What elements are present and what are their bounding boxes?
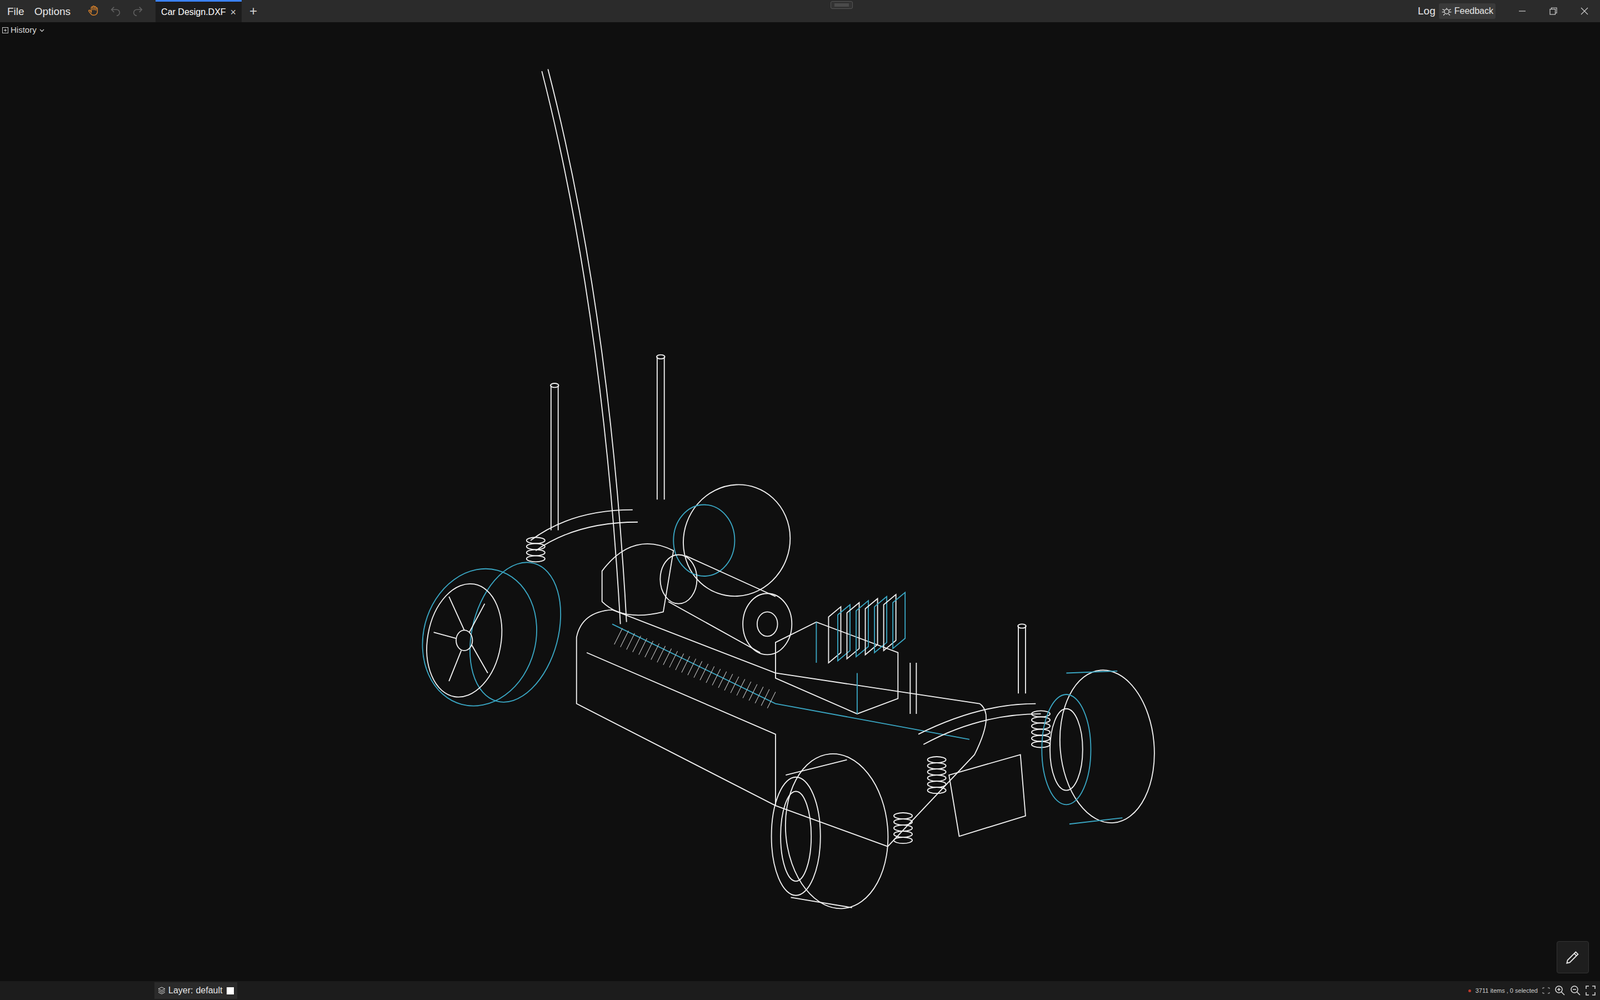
minimize-icon [1518,7,1527,15]
panel-icon [2,27,9,34]
undo-button[interactable] [104,0,127,23]
log-button[interactable]: Log [1417,3,1436,20]
layer-color-swatch[interactable] [226,987,234,995]
fit-icon[interactable] [1542,987,1550,994]
undo-icon [109,5,122,18]
redo-button[interactable] [126,0,149,23]
fullscreen-icon[interactable] [1585,985,1596,996]
feedback-button[interactable]: Feedback [1438,3,1496,19]
zoom-out-icon[interactable] [1570,985,1582,997]
car-drawing[interactable] [0,22,1600,982]
layers-icon [157,986,166,995]
document-tab[interactable]: Car Design.DXF× [155,0,242,23]
pencil-icon [1563,948,1582,967]
restore-icon [1549,7,1558,15]
history-toggle[interactable]: History [1,23,47,38]
close-icon [1580,7,1589,15]
bug-icon [1441,5,1453,17]
drag-handle[interactable] [830,1,853,9]
tab-close-button[interactable]: × [230,7,237,18]
status-bar: Layer:default3711 items , 0 selected [0,981,1600,1000]
menu-item[interactable]: File [2,6,30,17]
title-bar: FileOptions Car Design.DXF×+ LogFeedback [0,0,1600,23]
redo-icon [131,5,144,18]
drawing-canvas[interactable]: History [0,22,1600,982]
zoom-in-icon[interactable] [1554,985,1566,997]
pan-icon [87,5,100,18]
new-tab-button[interactable]: + [241,4,265,18]
layer-selector[interactable]: Layer:default [154,982,238,999]
menu-item[interactable]: Options [29,6,76,17]
minimize-button[interactable] [1506,0,1538,23]
close-button[interactable] [1568,0,1600,23]
status-dot [1468,989,1472,993]
pan-button[interactable] [82,0,105,23]
chevron-down-icon [38,27,45,34]
restore-button[interactable] [1537,0,1569,23]
edit-button[interactable] [1556,941,1589,974]
